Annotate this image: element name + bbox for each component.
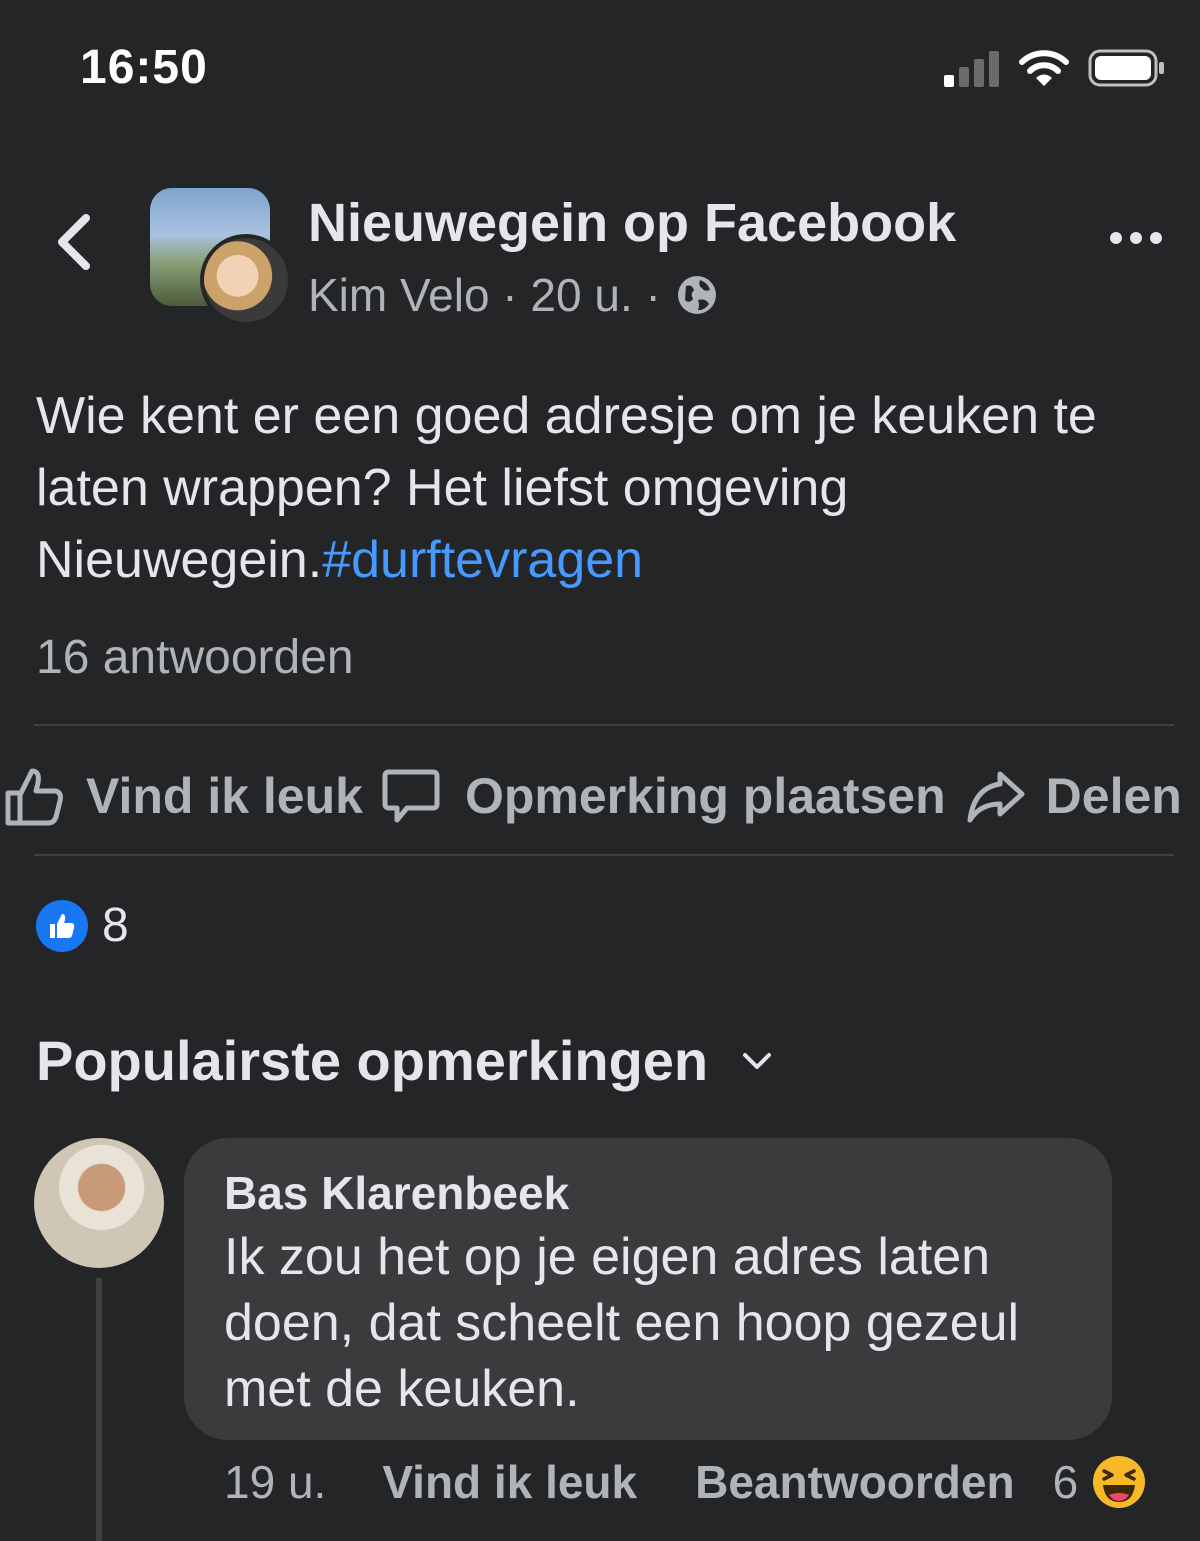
comment-time[interactable]: 19 u. xyxy=(224,1455,326,1509)
hashtag-link[interactable]: #durftevragen xyxy=(322,531,643,589)
wifi-icon xyxy=(1019,50,1069,86)
reaction-count: 8 xyxy=(102,899,129,952)
globe-icon xyxy=(677,276,716,314)
share-button[interactable]: Delen xyxy=(966,766,1182,826)
status-time: 16:50 xyxy=(80,41,208,94)
more-button[interactable] xyxy=(1110,232,1162,244)
post-text: Wie kent er een goed adresje om je keuke… xyxy=(36,380,1176,596)
comment-icon xyxy=(382,769,440,823)
share-label: Delen xyxy=(1045,768,1182,824)
status-icons xyxy=(942,48,1166,88)
group-name[interactable]: Nieuwegein op Facebook xyxy=(308,192,956,254)
like-icon xyxy=(5,768,63,826)
like-reaction-icon xyxy=(36,899,88,952)
comment-footer: 19 u. Vind ik leuk Beantwoorden 6 xyxy=(224,1455,1184,1509)
post-time[interactable]: 20 u. xyxy=(530,268,632,322)
replies-count[interactable]: 16 antwoorden xyxy=(36,630,354,685)
like-label: Vind ik leuk xyxy=(86,768,363,824)
meta-separator: · xyxy=(489,269,531,321)
more-icon xyxy=(1110,232,1122,244)
signal-icon xyxy=(944,51,999,87)
reaction-summary[interactable]: 8 xyxy=(36,898,129,953)
divider xyxy=(34,854,1174,856)
author-name[interactable]: Kim Velo xyxy=(308,268,490,322)
meta-separator: · xyxy=(632,269,674,321)
commenter-name[interactable]: Bas Klarenbeek xyxy=(224,1166,569,1220)
action-bar: Vind ik leuk Opmerking plaatsen Delen xyxy=(0,756,1200,836)
comment-reply-button[interactable]: Beantwoorden xyxy=(695,1455,1014,1509)
more-icon-dot xyxy=(1150,232,1162,244)
back-button[interactable] xyxy=(50,212,100,272)
commenter-avatar[interactable] xyxy=(34,1138,164,1268)
divider xyxy=(34,724,1174,726)
battery-icon xyxy=(1088,49,1164,87)
more-icon-dot xyxy=(1130,232,1142,244)
share-icon xyxy=(967,771,1025,823)
comment-label: Opmerking plaatsen xyxy=(464,768,946,824)
comment-like-button[interactable]: Vind ik leuk xyxy=(382,1455,637,1509)
sort-label: Populairste opmerkingen xyxy=(36,1029,709,1092)
comment-button[interactable]: Opmerking plaatsen xyxy=(381,766,946,826)
chevron-down-icon xyxy=(743,1052,772,1069)
like-button[interactable]: Vind ik leuk xyxy=(4,765,363,827)
comment-sort-dropdown[interactable]: Populairste opmerkingen xyxy=(36,1028,772,1093)
laugh-reaction-icon xyxy=(1093,1456,1146,1508)
thread-line xyxy=(96,1278,102,1541)
comment-reaction-count[interactable]: 6 xyxy=(1053,1455,1079,1509)
author-avatar[interactable] xyxy=(200,234,292,326)
comment-text: Ik zou het op je eigen adres laten doen,… xyxy=(224,1228,1020,1418)
post-meta: Kim Velo · 20 u. · xyxy=(308,268,718,322)
back-arrow-icon xyxy=(58,214,90,270)
